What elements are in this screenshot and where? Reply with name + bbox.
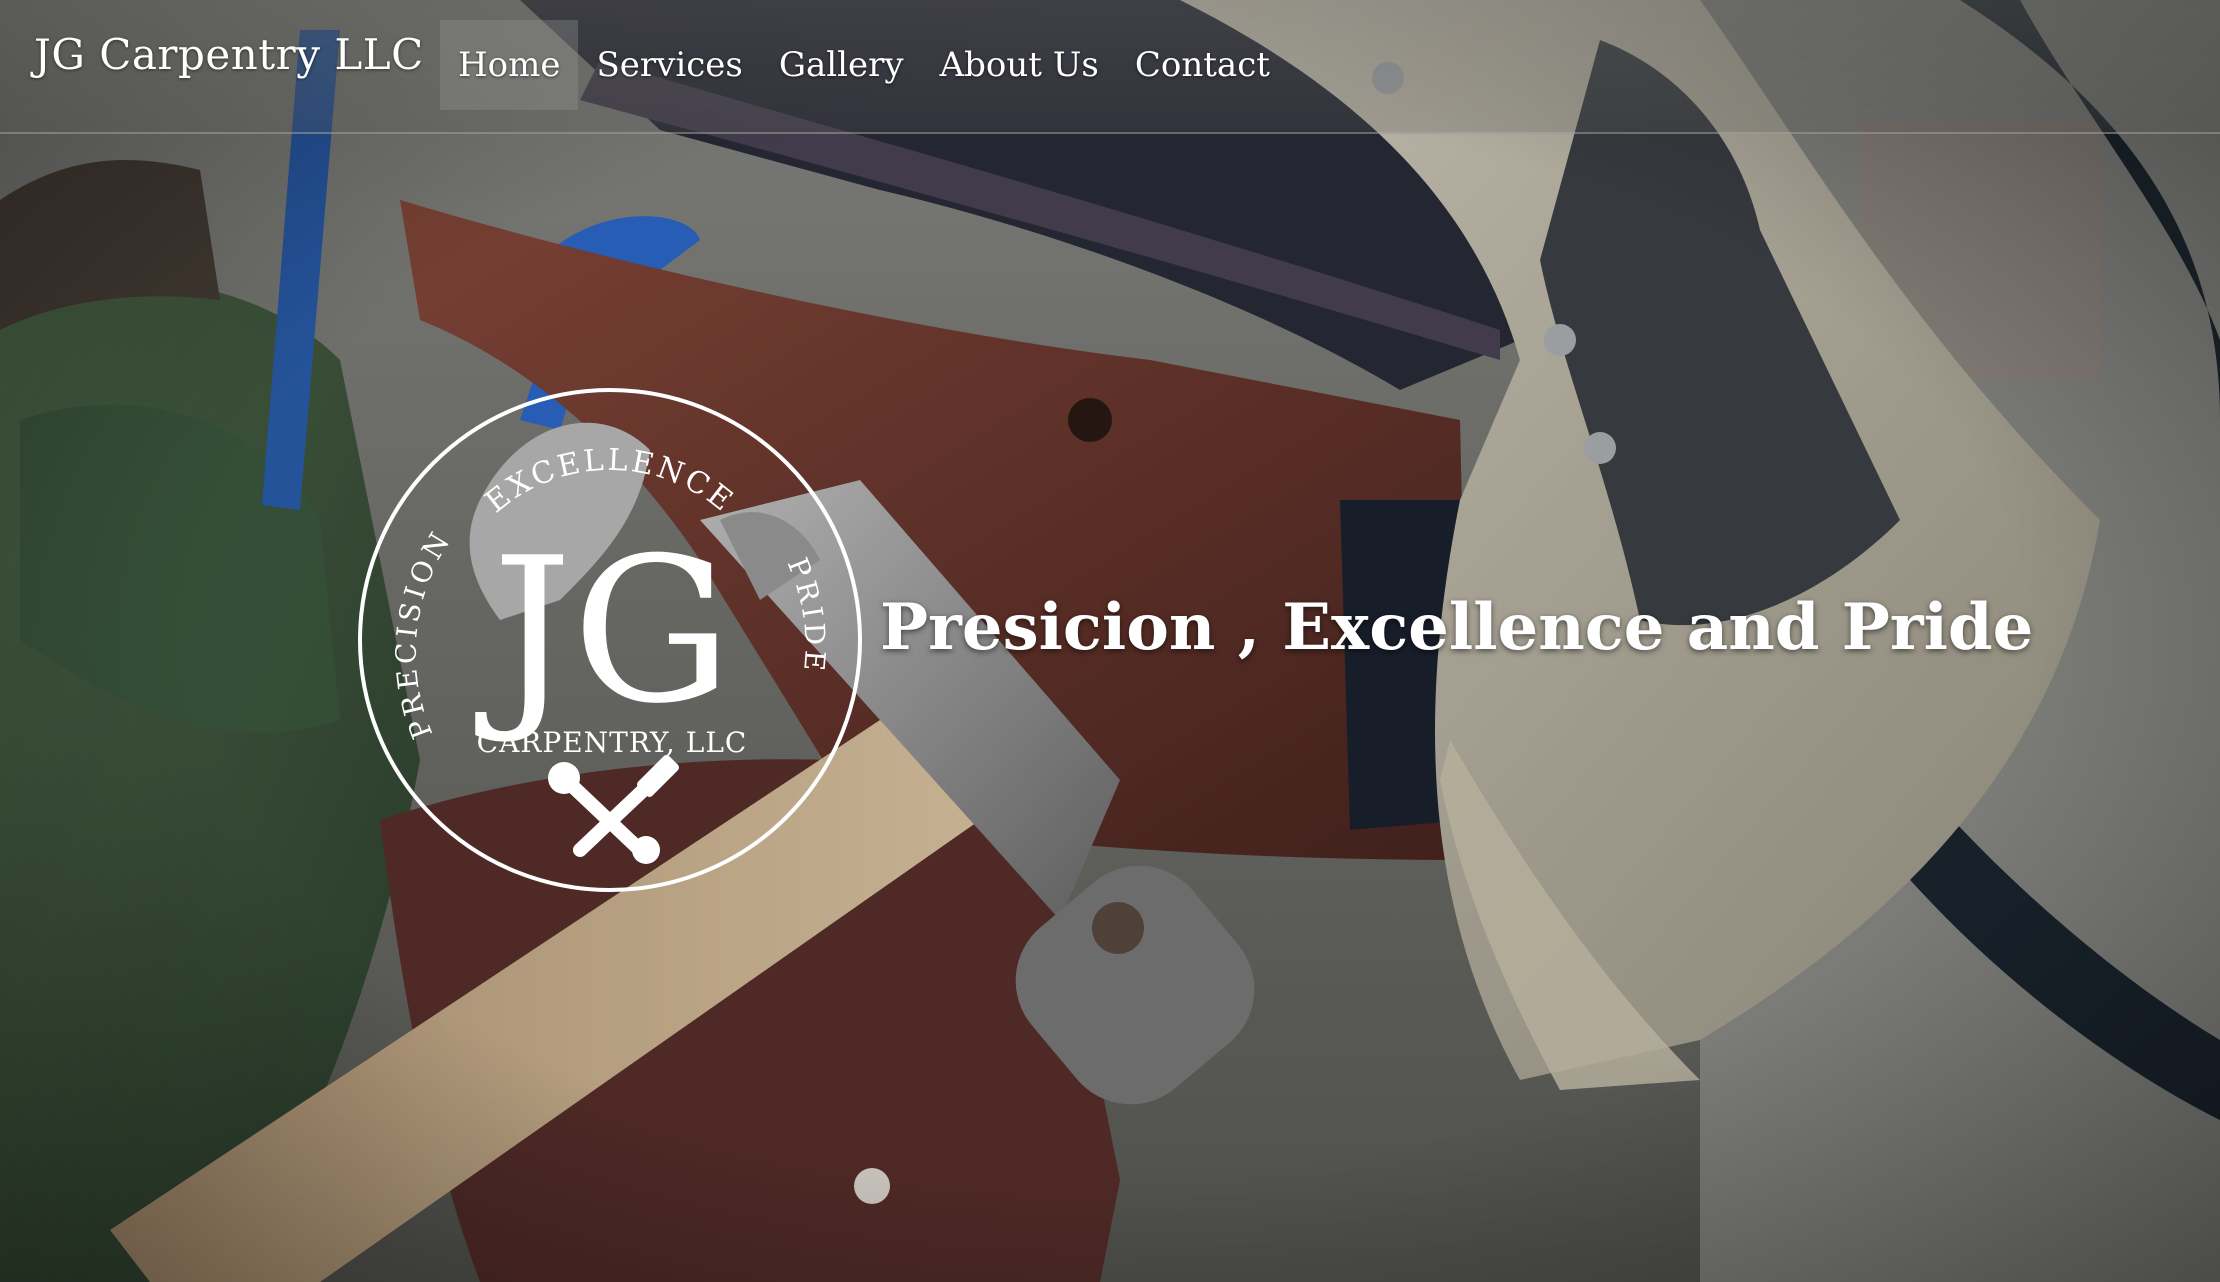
logo-subtitle: CARPENTRY, LLC bbox=[477, 726, 748, 759]
logo-top-arc-text: EXCELLENCE bbox=[479, 443, 741, 520]
hero-section: EXCELLENCE PRECISION PRIDE JG CARPENTRY,… bbox=[0, 0, 2220, 1282]
nav-item-services[interactable]: Services bbox=[578, 20, 760, 110]
logo-left-arc-text: PRECISION bbox=[390, 524, 458, 744]
nav-item-about-us[interactable]: About Us bbox=[922, 20, 1117, 110]
nav-item-contact[interactable]: Contact bbox=[1117, 20, 1288, 110]
nav-item-home[interactable]: Home bbox=[440, 20, 579, 110]
logo-right-arc-text: PRIDE bbox=[781, 553, 832, 676]
main-nav: Home Services Gallery About Us Contact bbox=[440, 20, 1288, 110]
logo-initials: JG bbox=[475, 515, 732, 748]
brand-link[interactable]: JG Carpentry LLC bbox=[34, 30, 424, 79]
company-logo: EXCELLENCE PRECISION PRIDE JG CARPENTRY,… bbox=[358, 388, 862, 892]
top-navbar: JG Carpentry LLC Home Services Gallery A… bbox=[0, 0, 2220, 134]
nav-item-gallery[interactable]: Gallery bbox=[761, 20, 922, 110]
hero-tagline: Presicion , Excellence and Pride bbox=[880, 590, 2034, 665]
